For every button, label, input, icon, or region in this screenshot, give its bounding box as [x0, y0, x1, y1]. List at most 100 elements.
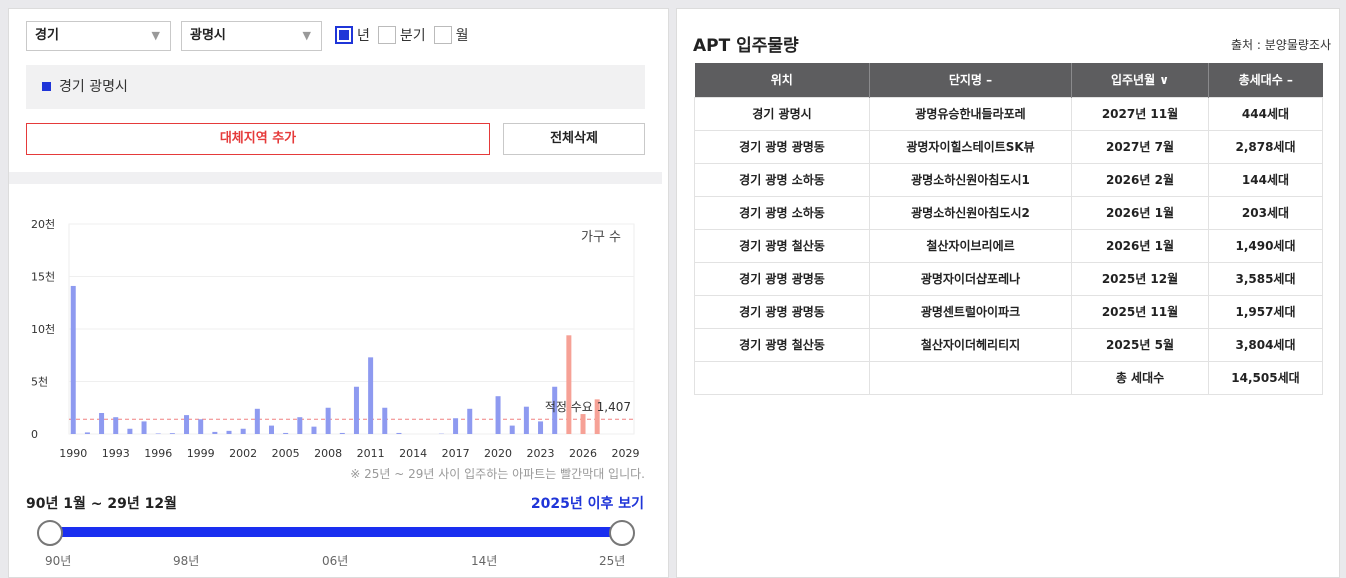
table-row[interactable]: 경기 광명 광명동 광명자이더샵포레나 2025년 12월 3,585세대 [694, 261, 1323, 296]
x-tick-label: 2008 [314, 447, 342, 460]
cell-households: 1,957세대 [1208, 294, 1323, 329]
bar-2012 [382, 407, 388, 434]
bar-2026 [580, 414, 586, 434]
column-header-location[interactable]: 위치 [694, 63, 870, 97]
x-tick-label: 2014 [399, 447, 427, 460]
y-tick-label: 15천 [31, 270, 55, 284]
after-2025-link[interactable]: 2025년 이후 보기 [531, 493, 644, 513]
cell-households: 2,878세대 [1208, 129, 1323, 164]
table-row[interactable]: 경기 광명 소하동 광명소하신원아침도시2 2026년 1월 203세대 [694, 195, 1323, 230]
bar-2018 [467, 408, 473, 434]
x-tick-label: 2023 [527, 447, 555, 460]
supply-bar-chart: 0 5천 10천 15천 20천 1990 1993 1996 1999 2002 2005 2008… [31, 217, 640, 460]
column-header-complex[interactable]: 단지명 – [869, 63, 1072, 97]
bar-2006 [297, 417, 303, 434]
cell-location: 경기 광명시 [694, 96, 870, 131]
cell-move-in: 2025년 5월 [1071, 327, 1209, 362]
range-tick: 90년 [45, 554, 72, 568]
bar-1992 [99, 413, 105, 434]
cell-location: 경기 광명 철산동 [694, 228, 870, 263]
bar-2013 [396, 432, 402, 434]
cell-move-in: 2026년 1월 [1071, 228, 1209, 263]
table-row[interactable]: 경기 광명 소하동 광명소하신원아침도시1 2026년 2월 144세대 [694, 162, 1323, 197]
cell-empty [694, 360, 870, 395]
right-panel: APT 입주물량 출처 : 분양물량조사 위치 단지명 – 입주년월 ∨ 총세대… [676, 8, 1340, 578]
city-select[interactable]: 광명시 ▼ [181, 21, 322, 51]
x-tick-label: 1996 [144, 447, 172, 460]
month-checkbox[interactable] [433, 26, 452, 44]
selected-region-label: 경기 광명시 [59, 79, 128, 95]
range-slider-track[interactable] [49, 527, 623, 537]
chart-footnote: ※ 25년 ~ 29년 사이 입주하는 아파트는 빨간막대 입니다. [350, 467, 645, 481]
chevron-down-icon: ▼ [151, 29, 160, 42]
cell-move-in: 2025년 11월 [1071, 294, 1209, 329]
x-tick-label: 2005 [272, 447, 300, 460]
period-checkboxes: 년 분기 월 [335, 25, 477, 45]
quarter-checkbox[interactable] [377, 26, 396, 44]
bar-2000 [212, 431, 218, 434]
table-row[interactable]: 경기 광명 철산동 철산자이더헤리티지 2025년 5월 3,804세대 [694, 327, 1323, 362]
table-source: 출처 : 분양물량조사 [1231, 38, 1331, 52]
bar-2002 [240, 428, 246, 434]
range-tick: 06년 [322, 554, 349, 568]
table-row[interactable]: 경기 광명시 광명유승한내들라포레 2027년 11월 444세대 [694, 96, 1323, 131]
cell-complex: 광명센트럴아이파크 [869, 294, 1072, 329]
chevron-down-icon: ▼ [302, 29, 311, 42]
range-tick: 98년 [173, 554, 200, 568]
province-select[interactable]: 경기 ▼ [26, 21, 171, 51]
x-tick-label: 2011 [357, 447, 385, 460]
bar-2005 [283, 432, 289, 434]
bar-2021 [509, 425, 515, 434]
add-region-button[interactable]: 대체지역 추가 [26, 123, 490, 155]
table-row[interactable]: 경기 광명 철산동 철산자이브리에르 2026년 1월 1,490세대 [694, 228, 1323, 263]
y-tick-label: 20천 [31, 217, 55, 231]
bar-1996 [155, 433, 161, 434]
cell-households: 1,490세대 [1208, 228, 1323, 263]
bar-2011 [368, 357, 374, 434]
bar-1998 [184, 415, 190, 434]
x-tick-label: 2020 [484, 447, 512, 460]
table-row[interactable]: 경기 광명 광명동 광명자이힐스테이트SK뷰 2027년 7월 2,878세대 [694, 129, 1323, 164]
column-header-move-in[interactable]: 입주년월 ∨ [1071, 63, 1209, 97]
selected-region-box: 경기 광명시 [26, 65, 645, 109]
province-select-value: 경기 [35, 28, 59, 43]
range-slider-end-handle[interactable] [609, 520, 635, 546]
cell-complex: 철산자이브리에르 [869, 228, 1072, 263]
column-header-households[interactable]: 총세대수 – [1208, 63, 1323, 97]
section-divider [9, 172, 662, 184]
cell-complex: 광명소하신원아침도시1 [869, 162, 1072, 197]
region-color-marker [42, 82, 51, 91]
range-title: 90년 1월 ~ 29년 12월 [26, 496, 177, 512]
bar-1995 [141, 421, 147, 434]
bar-1991 [84, 432, 90, 434]
unit-label: 가구 수 [581, 230, 621, 245]
table-header-row: 위치 단지명 – 입주년월 ∨ 총세대수 – [694, 63, 1323, 97]
cell-location: 경기 광명 광명동 [694, 261, 870, 296]
bar-1999 [198, 419, 204, 434]
bar-1990 [70, 285, 76, 434]
cell-households: 444세대 [1208, 96, 1323, 131]
bar-2007 [311, 426, 317, 434]
year-checkbox[interactable] [335, 26, 353, 44]
x-tick-label: 2026 [569, 447, 597, 460]
cell-move-in: 2027년 11월 [1071, 96, 1209, 131]
cell-complex: 철산자이더헤리티지 [869, 327, 1072, 362]
cell-location: 경기 광명 광명동 [694, 294, 870, 329]
city-select-value: 광명시 [190, 28, 226, 43]
cell-empty [869, 360, 1072, 395]
cell-location: 경기 광명 철산동 [694, 327, 870, 362]
table-title: APT 입주물량 [693, 36, 799, 56]
bar-2003 [254, 408, 260, 434]
supply-table: 위치 단지명 – 입주년월 ∨ 총세대수 – 경기 광명시 광명유승한내들라포레 2… [694, 63, 1323, 395]
y-tick-label: 5천 [31, 375, 48, 389]
month-checkbox-label: 월 [455, 28, 469, 44]
range-slider-start-handle[interactable] [37, 520, 63, 546]
table-row[interactable]: 경기 광명 광명동 광명센트럴아이파크 2025년 11월 1,957세대 [694, 294, 1323, 329]
bar-2017 [453, 418, 459, 434]
cell-complex: 광명자이더샵포레나 [869, 261, 1072, 296]
cell-location: 경기 광명 소하동 [694, 195, 870, 230]
y-tick-label: 10천 [31, 322, 55, 336]
bar-2020 [495, 396, 501, 434]
bar-2010 [353, 386, 359, 434]
delete-all-button[interactable]: 전체삭제 [503, 123, 645, 155]
